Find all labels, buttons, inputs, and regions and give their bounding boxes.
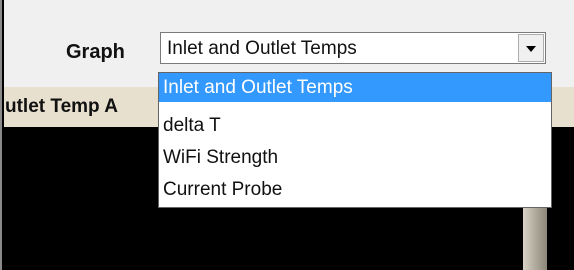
option-inlet-outlet-temps[interactable]: Inlet and Outlet Temps [159, 73, 551, 102]
chevron-down-icon [526, 46, 536, 52]
dropdown-arrow-button[interactable] [518, 34, 544, 62]
option-delta-t[interactable]: delta T [159, 111, 551, 140]
graph-select[interactable]: Inlet and Outlet Temps [160, 32, 546, 64]
app-window: Graph Inlet and Outlet Temps utlet Temp … [0, 0, 574, 270]
scrollbar-thumb[interactable] [523, 205, 547, 270]
option-wifi-strength[interactable]: WiFi Strength [159, 143, 551, 172]
column-header-outlet-temp: utlet Temp A [5, 96, 118, 117]
option-current-probe[interactable]: Current Probe [159, 175, 551, 204]
graph-select-value: Inlet and Outlet Temps [167, 38, 357, 59]
graph-label: Graph [66, 41, 125, 63]
graph-dropdown-list: Inlet and Outlet Temps delta T WiFi Stre… [158, 72, 552, 208]
